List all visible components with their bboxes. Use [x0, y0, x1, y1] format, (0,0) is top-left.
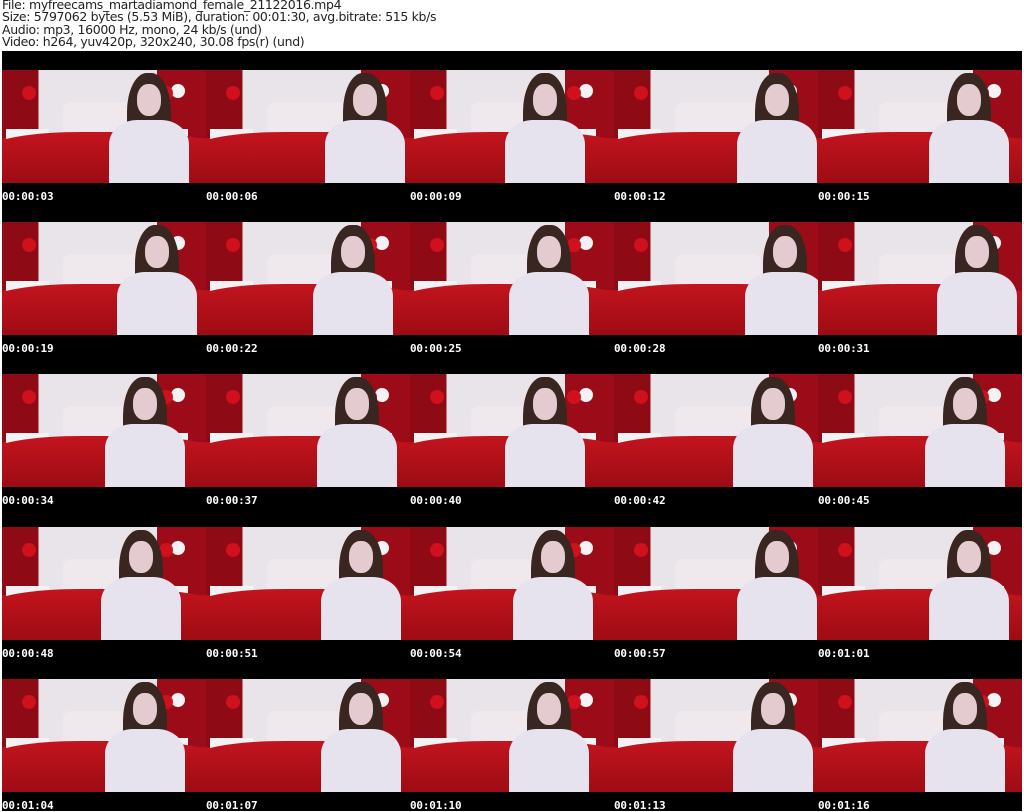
video-frame-thumbnail	[410, 374, 614, 487]
thumbnail-cell: 00:01:01	[818, 508, 1022, 660]
thumbnail-timestamp: 00:01:07	[206, 799, 258, 812]
thumbnail-cell: 00:00:37	[206, 355, 410, 507]
thumbnail-timestamp: 00:00:37	[206, 494, 258, 507]
thumbnail-cell: 00:00:34	[2, 355, 206, 507]
video-frame-thumbnail	[614, 527, 818, 640]
thumbnail-cell: 00:00:09	[410, 51, 614, 203]
thumbnail-cell: 00:01:07	[206, 660, 410, 812]
video-frame-thumbnail	[2, 527, 206, 640]
thumbnail-cell: 00:00:15	[818, 51, 1022, 203]
thumbnail-cell: 00:00:42	[614, 355, 818, 507]
video-frame-thumbnail	[410, 70, 614, 183]
thumbnail-timestamp: 00:00:34	[2, 494, 54, 507]
thumbnail-timestamp: 00:00:03	[2, 190, 54, 203]
thumbnail-cell: 00:01:16	[818, 660, 1022, 812]
thumbnail-timestamp: 00:01:13	[614, 799, 666, 812]
video-frame-thumbnail	[614, 374, 818, 487]
video-frame-thumbnail	[818, 70, 1022, 183]
thumbnail-timestamp: 00:00:54	[410, 647, 462, 660]
thumbnail-timestamp: 00:00:25	[410, 342, 462, 355]
thumbnail-cell: 00:00:06	[206, 51, 410, 203]
thumbnail-cell: 00:00:45	[818, 355, 1022, 507]
video-frame-thumbnail	[818, 527, 1022, 640]
thumbnail-timestamp: 00:00:45	[818, 494, 870, 507]
video-frame-thumbnail	[206, 679, 410, 792]
thumbnail-cell: 00:00:12	[614, 51, 818, 203]
thumbnail-timestamp: 00:01:01	[818, 647, 870, 660]
video-frame-thumbnail	[2, 374, 206, 487]
video-frame-thumbnail	[206, 527, 410, 640]
video-frame-thumbnail	[2, 70, 206, 183]
thumbnail-timestamp: 00:01:04	[2, 799, 54, 812]
file-info-header: File: myfreecams_martadiamond_female_211…	[2, 0, 436, 48]
thumbnail-cell: 00:00:40	[410, 355, 614, 507]
thumbnail-timestamp: 00:01:16	[818, 799, 870, 812]
video-info: Video: h264, yuv420p, 320x240, 30.08 fps…	[2, 33, 305, 49]
thumbnail-timestamp: 00:00:06	[206, 190, 258, 203]
thumbnail-timestamp: 00:00:40	[410, 494, 462, 507]
thumbnail-cell: 00:01:13	[614, 660, 818, 812]
thumbnail-cell: 00:00:25	[410, 203, 614, 355]
video-frame-thumbnail	[818, 222, 1022, 335]
thumbnail-cell: 00:00:54	[410, 508, 614, 660]
video-frame-thumbnail	[410, 222, 614, 335]
video-frame-thumbnail	[410, 679, 614, 792]
video-frame-thumbnail	[614, 679, 818, 792]
thumbnail-timestamp: 00:00:09	[410, 190, 462, 203]
video-frame-thumbnail	[818, 679, 1022, 792]
video-frame-thumbnail	[410, 527, 614, 640]
video-frame-thumbnail	[614, 70, 818, 183]
thumbnail-timestamp: 00:00:19	[2, 342, 54, 355]
video-frame-thumbnail	[614, 222, 818, 335]
thumbnail-timestamp: 00:00:12	[614, 190, 666, 203]
video-frame-thumbnail	[206, 222, 410, 335]
video-frame-thumbnail	[2, 679, 206, 792]
thumbnail-timestamp: 00:00:31	[818, 342, 870, 355]
thumbnail-cell: 00:00:28	[614, 203, 818, 355]
thumbnail-cell: 00:00:51	[206, 508, 410, 660]
video-frame-thumbnail	[206, 374, 410, 487]
thumbnail-cell: 00:00:22	[206, 203, 410, 355]
thumbnail-grid: 00:00:03 00:00:06 00:00:09 00:00:12 00:0…	[2, 51, 1022, 812]
thumbnail-timestamp: 00:00:51	[206, 647, 258, 660]
thumbnail-timestamp: 00:00:42	[614, 494, 666, 507]
thumbnail-cell: 00:00:03	[2, 51, 206, 203]
thumbnail-cell: 00:00:31	[818, 203, 1022, 355]
thumbnail-cell: 00:01:04	[2, 660, 206, 812]
thumbnail-timestamp: 00:00:22	[206, 342, 258, 355]
thumbnail-cell: 00:00:48	[2, 508, 206, 660]
thumbnail-cell: 00:00:19	[2, 203, 206, 355]
video-frame-thumbnail	[2, 222, 206, 335]
thumbnail-timestamp: 00:00:28	[614, 342, 666, 355]
thumbnail-cell: 00:01:10	[410, 660, 614, 812]
thumbnail-timestamp: 00:01:10	[410, 799, 462, 812]
video-frame-thumbnail	[818, 374, 1022, 487]
thumbnail-timestamp: 00:00:15	[818, 190, 870, 203]
thumbnail-cell: 00:00:57	[614, 508, 818, 660]
thumbnail-timestamp: 00:00:57	[614, 647, 666, 660]
thumbnail-timestamp: 00:00:48	[2, 647, 54, 660]
video-frame-thumbnail	[206, 70, 410, 183]
